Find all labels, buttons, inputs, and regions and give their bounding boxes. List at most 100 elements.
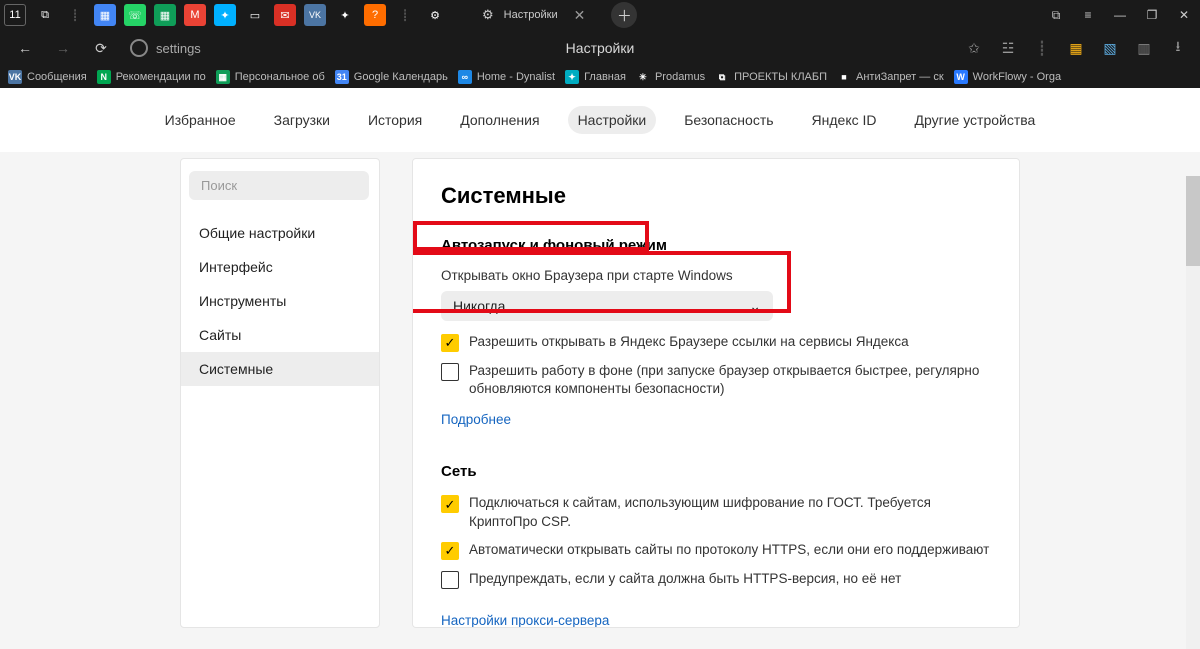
bookmark-label: Рекомендации по	[116, 71, 206, 83]
minimize-button[interactable]: —	[1104, 0, 1136, 30]
gmail-icon[interactable]: M	[184, 4, 206, 26]
checkbox-gost[interactable]: ✓	[441, 495, 459, 513]
doc-icon[interactable]: ▭	[244, 4, 266, 26]
ext-pic-icon[interactable]: ▧	[1098, 36, 1122, 60]
bookmarks-bar: VKСообщения N Рекомендации по ▦Персональное…	[0, 66, 1200, 88]
settings-tab[interactable]: Избранное	[155, 106, 246, 134]
chevron-down-icon: ⌄	[749, 298, 761, 315]
ext-folder-icon[interactable]: ▦	[1064, 36, 1088, 60]
divider-icon: ┋	[1030, 36, 1054, 60]
proxy-settings-link[interactable]: Настройки прокси-сервера	[441, 613, 609, 628]
settings-tab[interactable]: Настройки	[568, 106, 657, 134]
date-badge-icon[interactable]: 11	[4, 4, 26, 26]
download-icon[interactable]: ⭳	[1166, 36, 1190, 60]
settings-tab[interactable]: Дополнения	[450, 106, 549, 134]
bookmark-favicon: W	[954, 70, 968, 84]
checkbox-label: Автоматически открывать сайты по протоко…	[469, 541, 989, 559]
bookmark-label: АнтиЗапрет — ск	[856, 71, 944, 83]
sheets-icon[interactable]: ▦	[154, 4, 176, 26]
network-subtitle: Сеть	[441, 463, 991, 480]
scrollbar-thumb[interactable]	[1186, 176, 1200, 266]
gear-icon: ⚙	[482, 7, 494, 23]
gear-icon[interactable]: ⚙	[424, 4, 446, 26]
bookmark-favicon: ✦	[565, 70, 579, 84]
address-field[interactable]: settings	[130, 39, 201, 57]
bookmark-label: Prodamus	[655, 71, 705, 83]
sidebar-item[interactable]: Системные	[181, 352, 379, 386]
settings-tab[interactable]: Другие устройства	[905, 106, 1046, 134]
checkbox-label: Разрешить работу в фоне (при запуске бра…	[469, 362, 991, 398]
bookmark-icon[interactable]: ✩	[962, 36, 986, 60]
settings-search[interactable]: Поиск	[189, 171, 369, 200]
reload-button[interactable]: ⟳	[86, 33, 116, 63]
checkbox-https-auto[interactable]: ✓	[441, 542, 459, 560]
bookmark-favicon: ✳	[636, 70, 650, 84]
settings-tab[interactable]: Яндекс ID	[802, 106, 887, 134]
open-on-start-label: Открывать окно Браузера при старте Windo…	[441, 268, 991, 283]
bookmark-label: Сообщения	[27, 71, 87, 83]
checkbox-label: Разрешить открывать в Яндекс Браузере сс…	[469, 333, 909, 351]
back-button[interactable]: ←	[10, 33, 40, 63]
settings-tab[interactable]: Безопасность	[674, 106, 783, 134]
window-controls: ⧉ ≡ — ❐ ✕	[1040, 0, 1200, 30]
sidebar-item[interactable]: Инструменты	[181, 284, 379, 318]
checkbox-background[interactable]	[441, 363, 459, 381]
ext2-icon[interactable]: ?	[364, 4, 386, 26]
panel-icon[interactable]: ⧉	[1040, 0, 1072, 30]
tab-title: Настройки	[504, 9, 558, 21]
dropdown-value: Никогда	[453, 298, 505, 314]
gcal-icon[interactable]: ▦	[94, 4, 116, 26]
close-tab-button[interactable]: ✕	[568, 7, 592, 24]
sidebar-item[interactable]: Интерфейс	[181, 250, 379, 284]
bookmark-item[interactable]: VKСообщения	[8, 70, 87, 84]
settings-tab[interactable]: История	[358, 106, 432, 134]
scrollbar[interactable]	[1186, 176, 1200, 649]
checkbox-yandex-links[interactable]: ✓	[441, 334, 459, 352]
address-bar: ← → ⟳ settings Настройки ✩ ☳ ┋ ▦ ▧ ▥ ⭳	[0, 30, 1200, 66]
bookmark-item[interactable]: ■АнтиЗапрет — ск	[837, 70, 944, 84]
forward-button[interactable]: →	[48, 33, 78, 63]
more-link[interactable]: Подробнее	[441, 412, 511, 427]
translate-icon[interactable]: ☳	[996, 36, 1020, 60]
settings-main-panel: Системные Автозапуск и фоновый режим Отк…	[412, 158, 1020, 628]
ext-box-icon[interactable]: ▥	[1132, 36, 1156, 60]
whatsapp-icon[interactable]: ☏	[124, 4, 146, 26]
sidebar-item[interactable]: Общие настройки	[181, 216, 379, 250]
hamburger-icon[interactable]: ≡	[1072, 0, 1104, 30]
open-on-start-dropdown[interactable]: Никогда ⌄	[441, 291, 773, 321]
divider-icon: ┋	[394, 4, 416, 26]
settings-top-tabs: Избранное Загрузки История Дополнения Настро…	[0, 88, 1200, 152]
divider-icon: ┋	[64, 4, 86, 26]
copy-tab-icon[interactable]: ⧉	[34, 4, 56, 26]
bookmark-favicon: 31	[335, 70, 349, 84]
settings-content: Избранное Загрузки История Дополнения Настро…	[0, 88, 1200, 649]
bookmark-favicon: N	[97, 70, 111, 84]
bookmark-item[interactable]: ✦ Главная	[565, 70, 626, 84]
ext1-icon[interactable]: ✦	[214, 4, 236, 26]
bookmark-item[interactable]: ▦Персональное об	[216, 70, 325, 84]
bookmark-label: Google Календарь	[354, 71, 448, 83]
bookmark-item[interactable]: ⧉ПРОЕКТЫ КЛАБП	[715, 70, 827, 84]
maximize-button[interactable]: ❐	[1136, 0, 1168, 30]
mail-icon[interactable]: ✉	[274, 4, 296, 26]
close-window-button[interactable]: ✕	[1168, 0, 1200, 30]
bookmark-item[interactable]: N Рекомендации по	[97, 70, 206, 84]
bookmark-label: Home - Dynalist	[477, 71, 555, 83]
bookmark-item[interactable]: WWorkFlowy - Orga	[954, 70, 1061, 84]
active-tab[interactable]: ⚙ Настройки ✕	[470, 0, 603, 30]
vk-icon[interactable]: VK	[304, 4, 326, 26]
bookmark-item[interactable]: ∞ Home - Dynalist	[458, 70, 555, 84]
sidebar-item[interactable]: Сайты	[181, 318, 379, 352]
bookmark-favicon: ∞	[458, 70, 472, 84]
section-title: Системные	[441, 183, 991, 209]
address-text: settings	[156, 41, 201, 56]
bookmark-label: Персональное об	[235, 71, 325, 83]
new-tab-button[interactable]: ＋	[611, 2, 637, 28]
bookmark-item[interactable]: 31 Google Календарь	[335, 70, 448, 84]
bookmark-label: ПРОЕКТЫ КЛАБП	[734, 71, 827, 83]
settings-tab[interactable]: Загрузки	[264, 106, 340, 134]
star-icon[interactable]: ✦	[334, 4, 356, 26]
bookmark-item[interactable]: ✳ Prodamus	[636, 70, 705, 84]
checkbox-https-warn[interactable]	[441, 571, 459, 589]
bookmark-label: Главная	[584, 71, 626, 83]
